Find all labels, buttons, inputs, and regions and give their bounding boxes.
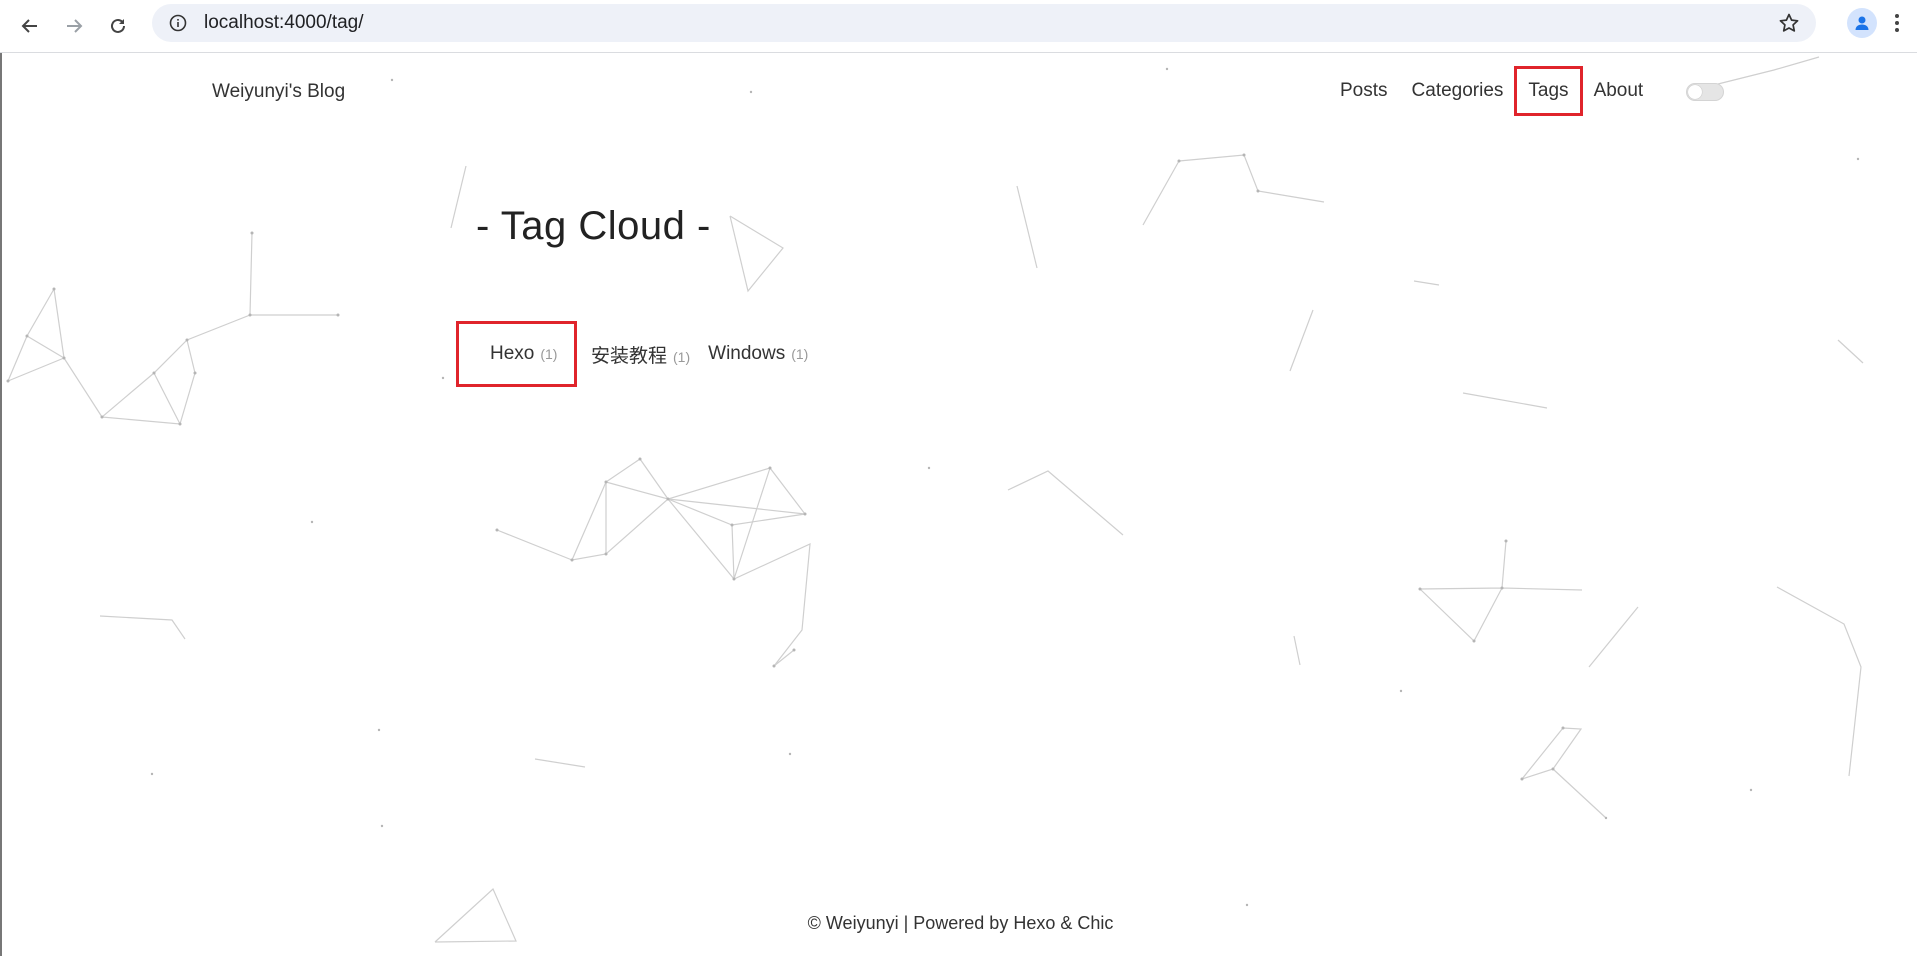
dark-mode-toggle[interactable]: [1686, 83, 1724, 101]
url-text[interactable]: localhost:4000/tag/: [204, 12, 364, 34]
tag-install-tutorial[interactable]: 安装教程 (1): [591, 341, 690, 368]
toggle-knob: [1688, 85, 1702, 99]
site-footer: © Weiyunyi | Powered by Hexo & Chic: [807, 913, 1114, 933]
tag-count: (1): [540, 346, 558, 362]
tag-name: Windows: [708, 343, 786, 364]
arrow-left-icon: [21, 19, 37, 33]
star-icon: [1779, 13, 1799, 32]
address-bar[interactable]: localhost:4000/tag/: [152, 4, 1816, 42]
nav-categories[interactable]: Categories: [1412, 79, 1504, 103]
browser-toolbar: localhost:4000/tag/: [0, 0, 1917, 53]
site-header: Weiyunyi's Blog Posts Categories Tags Ab…: [2, 53, 1917, 133]
page-title: - Tag Cloud -: [476, 204, 711, 248]
forward-button[interactable]: [52, 4, 96, 48]
reload-button[interactable]: [96, 4, 140, 48]
tag-name: Hexo: [490, 343, 535, 364]
tag-name: 安装教程: [591, 345, 668, 367]
particle-network-background: [6, 56, 1864, 943]
page-viewport: Weiyunyi's Blog Posts Categories Tags Ab…: [0, 53, 1917, 956]
tag-count: (1): [791, 346, 809, 362]
person-icon: [1855, 16, 1869, 30]
tag-hexo[interactable]: Hexo (1): [456, 321, 577, 387]
info-icon: [169, 14, 187, 32]
kebab-menu-icon: [1895, 14, 1899, 32]
site-info-button[interactable]: [158, 4, 198, 42]
browser-menu-button[interactable]: [1885, 10, 1909, 36]
tag-cloud: Hexo (1) 安装教程 (1) Windows (1): [456, 321, 808, 387]
main-nav: Posts Categories Tags About: [1340, 66, 1667, 116]
nav-posts[interactable]: Posts: [1340, 79, 1388, 103]
back-button[interactable]: [8, 4, 52, 48]
nav-about[interactable]: About: [1594, 79, 1644, 103]
bookmark-button[interactable]: [1778, 12, 1800, 34]
profile-button[interactable]: [1847, 8, 1877, 38]
blog-title-link[interactable]: Weiyunyi's Blog: [212, 81, 345, 103]
reload-icon: [111, 18, 125, 33]
tag-windows[interactable]: Windows (1): [708, 343, 808, 365]
arrow-right-icon: [67, 19, 83, 33]
tag-count: (1): [673, 348, 691, 365]
nav-tags[interactable]: Tags: [1514, 66, 1583, 116]
